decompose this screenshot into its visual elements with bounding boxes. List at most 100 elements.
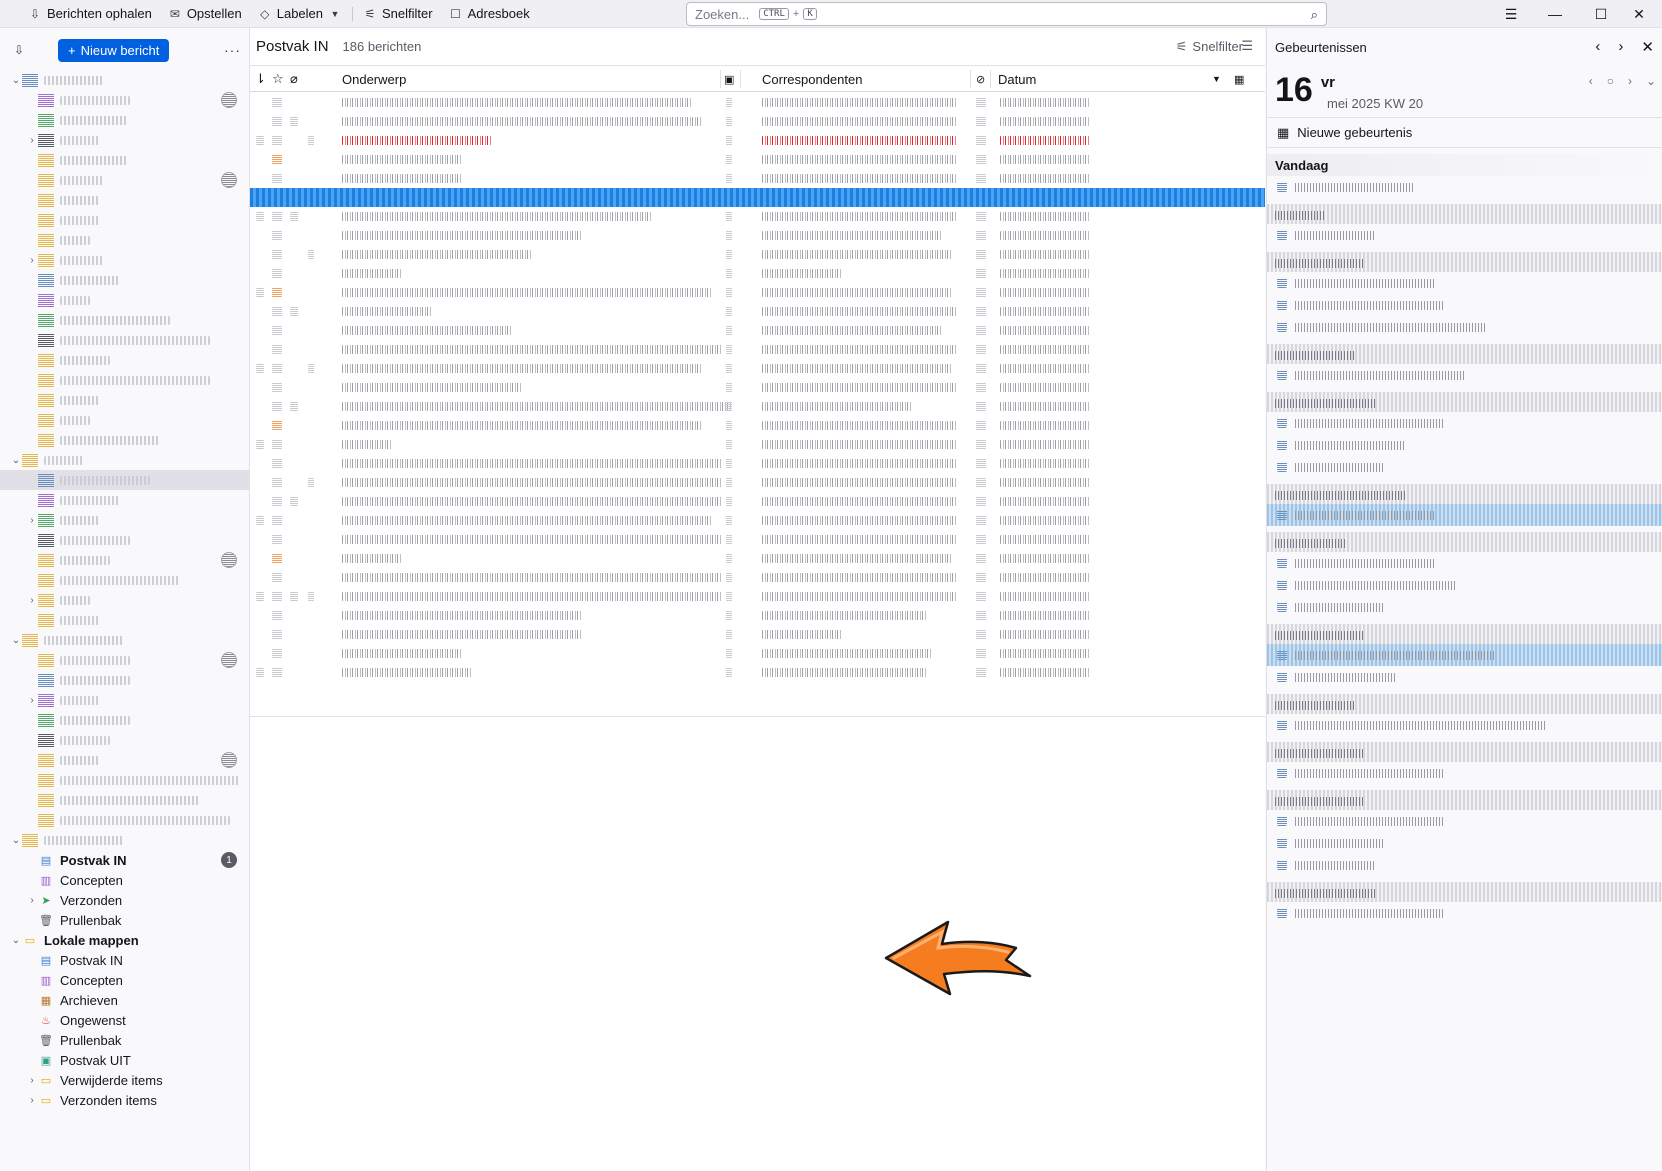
twisty-icon[interactable]: › [26,135,38,146]
message-row[interactable] [250,226,1265,245]
agenda-event[interactable] [1267,176,1662,198]
message-row[interactable] [250,245,1265,264]
message-row[interactable] [250,188,1265,207]
folder-row[interactable] [0,770,249,790]
agenda-event[interactable] [1267,224,1662,246]
get-messages-icon[interactable]: ⇩ [12,43,26,57]
folder-row[interactable] [0,750,249,770]
message-row[interactable] [250,340,1265,359]
message-row[interactable] [250,302,1265,321]
folder-row[interactable]: › ➤ Verzonden [0,890,249,910]
agenda-event[interactable] [1267,666,1662,688]
agenda-event[interactable] [1267,854,1662,876]
twisty-icon[interactable]: › [26,515,38,526]
folder-row[interactable]: › [0,250,249,270]
date-column-header[interactable]: Datum [998,66,1036,92]
agenda-event[interactable] [1267,504,1662,526]
twisty-icon[interactable]: › [26,1075,38,1086]
correspondents-column-header[interactable]: Correspondenten [762,66,862,92]
next-icon[interactable]: › [1618,38,1623,56]
new-message-button[interactable]: + Nieuw bericht [58,38,170,62]
agenda-event[interactable] [1267,762,1662,784]
message-row[interactable] [250,150,1265,169]
message-row[interactable] [250,207,1265,226]
today-circle-icon[interactable]: ○ [1607,74,1614,88]
message-row[interactable] [250,112,1265,131]
folder-row[interactable] [0,730,249,750]
previous-day-icon[interactable]: ‹ [1589,74,1593,88]
agenda-event[interactable] [1267,272,1662,294]
minimize-button[interactable]: — [1532,0,1578,28]
twisty-icon[interactable]: › [26,595,38,606]
agenda-event[interactable] [1267,316,1662,338]
message-row[interactable] [250,397,1265,416]
folder-row[interactable] [0,190,249,210]
search-input[interactable]: Zoeken... CTRL + K ⌕ [686,2,1327,26]
folder-row[interactable] [0,650,249,670]
message-row[interactable] [250,549,1265,568]
app-menu-button[interactable]: ☰ [1488,0,1534,28]
folder-row[interactable]: ♨ Ongewenst [0,1010,249,1030]
twisty-icon[interactable]: ⌄ [10,455,22,466]
agenda-event[interactable] [1267,552,1662,574]
folder-row[interactable]: › ▭ Verwijderde items [0,1070,249,1090]
folder-row[interactable] [0,670,249,690]
folder-row[interactable] [0,210,249,230]
folder-row[interactable]: ⌄ [0,450,249,470]
folder-row[interactable] [0,330,249,350]
folder-row[interactable] [0,370,249,390]
folder-row[interactable]: ▤ Postvak IN 1 [0,850,249,870]
sort-chevron-icon[interactable]: ▼ [1212,66,1221,92]
agenda-event[interactable] [1267,412,1662,434]
folder-row[interactable] [0,550,249,570]
folder-row[interactable] [0,810,249,830]
message-row[interactable] [250,169,1265,188]
folder-row[interactable]: › ▭ Verzonden items [0,1090,249,1110]
folder-row[interactable]: ▣ Postvak UIT [0,1050,249,1070]
folder-row[interactable] [0,570,249,590]
message-row[interactable] [250,454,1265,473]
subject-column-header[interactable]: Onderwerp [342,66,406,92]
message-row[interactable] [250,644,1265,663]
folder-row[interactable] [0,390,249,410]
quick-filter-button[interactable]: ⚟ Snelfilter [355,2,441,26]
agenda-event[interactable] [1267,902,1662,924]
agenda-event[interactable] [1267,294,1662,316]
message-row[interactable] [250,568,1265,587]
tag-button[interactable]: ◇ Labelen ▼ [250,2,350,26]
get-messages-button[interactable]: ⇩ Berichten ophalen [20,2,160,26]
folder-row[interactable] [0,610,249,630]
folder-row[interactable]: ▥ Concepten [0,870,249,890]
display-options-icon[interactable]: ☰ [1241,38,1253,54]
column-picker-icon[interactable]: ▦ [1234,66,1244,92]
message-row[interactable] [250,283,1265,302]
more-options-button[interactable]: ··· [224,42,241,58]
folder-row[interactable] [0,410,249,430]
folder-row[interactable] [0,490,249,510]
folder-row[interactable] [0,430,249,450]
message-row[interactable] [250,321,1265,340]
address-book-button[interactable]: ☐ Adresboek [441,2,538,26]
message-row[interactable] [250,359,1265,378]
next-day-icon[interactable]: › [1628,74,1632,88]
folder-row[interactable] [0,790,249,810]
message-row[interactable] [250,416,1265,435]
message-row[interactable] [250,473,1265,492]
folder-row[interactable]: ▤ Postvak IN [0,950,249,970]
close-icon[interactable]: ✕ [1641,38,1654,56]
search-icon[interactable]: ⌕ [1311,7,1318,23]
message-row[interactable] [250,511,1265,530]
message-row[interactable] [250,587,1265,606]
compose-button[interactable]: ✉ Opstellen [160,2,250,26]
folder-row[interactable] [0,150,249,170]
agenda-event[interactable] [1267,832,1662,854]
folder-row[interactable] [0,310,249,330]
twisty-icon[interactable]: › [26,895,38,906]
new-event-button[interactable]: ▦ Nieuwe gebeurtenis [1267,118,1662,148]
folder-row[interactable]: ▥ Concepten [0,970,249,990]
agenda-event[interactable] [1267,810,1662,832]
folder-row[interactable]: › [0,130,249,150]
folder-row[interactable]: ⌄ [0,630,249,650]
agenda-event[interactable] [1267,596,1662,618]
folder-row[interactable]: ⌄ [0,70,249,90]
